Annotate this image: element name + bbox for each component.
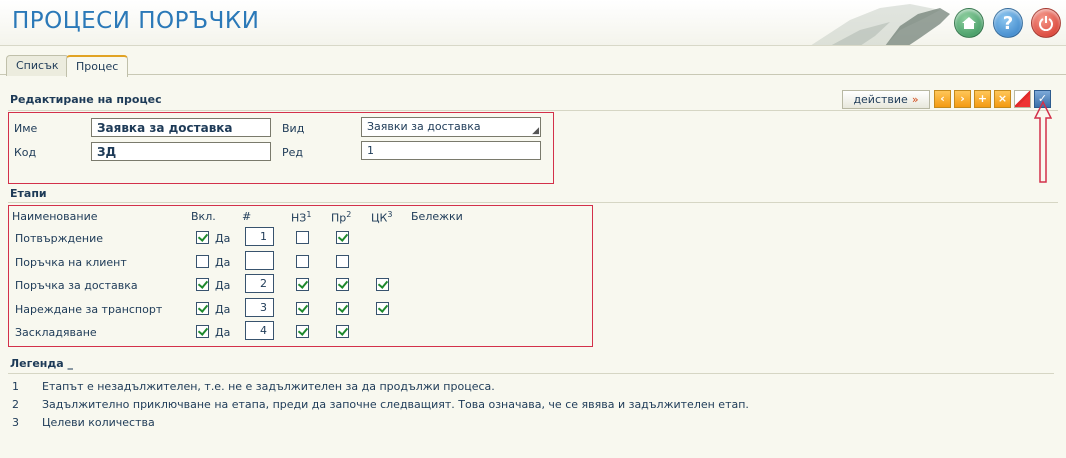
col-ck-sup: 3 (387, 210, 393, 219)
stage-nz-checkbox[interactable] (296, 255, 309, 268)
stage-pr-checkbox[interactable] (336, 302, 349, 315)
eagle-decoration-image (811, 4, 950, 45)
stage-number-input[interactable]: 2 (245, 274, 274, 293)
action-dropdown-button[interactable]: действие» (842, 90, 930, 109)
chevron-right-icon[interactable]: › (954, 90, 971, 108)
stage-ck-checkbox[interactable] (376, 302, 389, 315)
col-pr-text: Пр (331, 211, 347, 225)
type-label: Вид (282, 122, 305, 135)
col-nz-sup: 1 (306, 210, 312, 219)
stage-included-label: Да (215, 232, 231, 245)
help-icon[interactable]: ? (993, 8, 1023, 38)
legend-section-title: Легенда _ (10, 357, 74, 370)
annotation-arrow (1034, 100, 1052, 183)
type-textarea[interactable]: Заявки за доставка ◢ (361, 117, 541, 137)
resize-handle-icon[interactable]: ◢ (532, 126, 539, 136)
divider (8, 373, 1054, 374)
stages-section-title: Етапи (10, 187, 47, 200)
close-icon[interactable]: × (994, 90, 1011, 108)
stage-included-label: Да (215, 303, 231, 316)
stage-pr-checkbox[interactable] (336, 278, 349, 291)
col-included-header: Вкл. (191, 210, 216, 223)
stage-included-label: Да (215, 279, 231, 292)
divider (8, 202, 1058, 203)
stage-included-checkbox[interactable] (196, 302, 209, 315)
stage-number-input[interactable]: 1 (245, 227, 274, 246)
page-title: ПРОЦЕСИ ПОРЪЧКИ (12, 8, 260, 34)
tab-bar: Списък Процес (0, 53, 1066, 77)
stage-ck-checkbox[interactable] (376, 278, 389, 291)
action-label: действие (853, 93, 908, 106)
stage-included-checkbox[interactable] (196, 255, 209, 268)
app-header: ПРОЦЕСИ ПОРЪЧКИ ? (0, 0, 1066, 46)
plus-icon[interactable]: + (974, 90, 991, 108)
divider (8, 110, 1058, 111)
stage-included-label: Да (215, 256, 231, 269)
stage-name: Потвърждение (15, 232, 104, 245)
col-ck-text: ЦК (371, 211, 388, 225)
chevron-left-icon[interactable]: ‹ (934, 90, 951, 108)
col-nz-header: НЗ1 (291, 210, 311, 225)
stage-included-label: Да (215, 326, 231, 339)
stage-number-input[interactable] (245, 251, 274, 270)
stage-included-checkbox[interactable] (196, 231, 209, 244)
tab-process[interactable]: Процес (66, 55, 129, 77)
stage-pr-checkbox[interactable] (336, 325, 349, 338)
clear-icon[interactable] (1014, 90, 1031, 108)
legend-item-number: 1 (12, 380, 19, 393)
stage-nz-checkbox[interactable] (296, 325, 309, 338)
home-icon[interactable] (954, 8, 984, 38)
legend-item-text: Целеви количества (42, 416, 155, 429)
legend-item-number: 3 (12, 416, 19, 429)
stage-nz-checkbox[interactable] (296, 278, 309, 291)
legend-item-text: Етапът е незадължителен, т.е. не е задъл… (42, 380, 495, 393)
code-input[interactable]: ЗД (91, 142, 271, 161)
stage-pr-checkbox[interactable] (336, 231, 349, 244)
stage-name: Поръчка за доставка (15, 279, 138, 292)
tab-list[interactable]: Списък (6, 55, 69, 76)
stage-pr-checkbox[interactable] (336, 255, 349, 268)
legend-item-number: 2 (12, 398, 19, 411)
stage-number-input[interactable]: 3 (245, 298, 274, 317)
order-input[interactable]: 1 (361, 141, 541, 160)
stage-name: Заскладяване (15, 326, 97, 339)
stage-nz-checkbox[interactable] (296, 302, 309, 315)
col-name-header: Наименование (12, 210, 98, 223)
name-input[interactable]: Заявка за доставка (91, 118, 271, 137)
col-pr-header: Пр2 (331, 210, 351, 225)
stage-number-input[interactable]: 4 (245, 321, 274, 340)
order-label: Ред (282, 146, 304, 159)
code-label: Код (14, 146, 37, 159)
edit-section-title: Редактиране на процес (10, 93, 162, 106)
double-chevron-right-icon: » (911, 93, 919, 106)
name-label: Име (14, 122, 38, 135)
col-nz-text: НЗ (291, 211, 307, 225)
stage-nz-checkbox[interactable] (296, 231, 309, 244)
col-number-header: # (242, 210, 252, 223)
stage-name: Нареждане за транспорт (15, 303, 163, 316)
stage-included-checkbox[interactable] (196, 325, 209, 338)
stage-included-checkbox[interactable] (196, 278, 209, 291)
col-ck-header: ЦК3 (371, 210, 392, 225)
col-notes-header: Бележки (411, 210, 463, 223)
type-value: Заявки за доставка (367, 120, 481, 133)
power-icon[interactable] (1031, 8, 1061, 38)
stage-name: Поръчка на клиент (15, 256, 127, 269)
col-pr-sup: 2 (346, 210, 352, 219)
legend-item-text: Задължително приключване на етапа, преди… (42, 398, 749, 411)
